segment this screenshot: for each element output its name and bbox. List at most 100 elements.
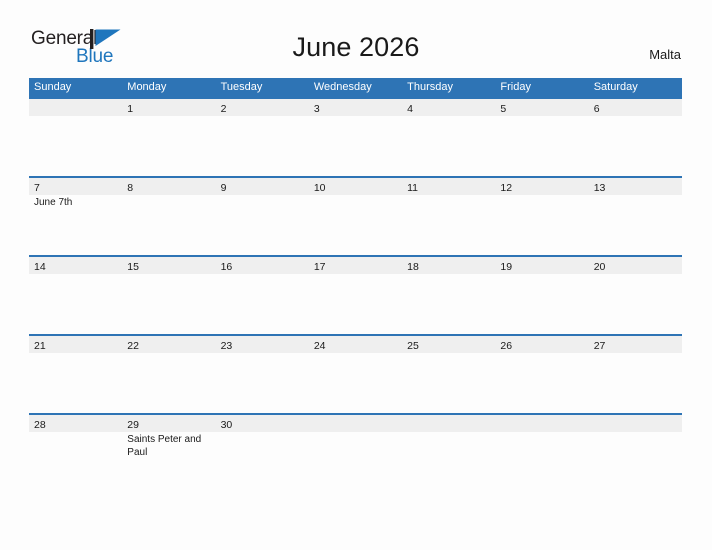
event-cell[interactable]: Saints Peter and Paul	[122, 432, 215, 492]
day-cell[interactable]: 28	[29, 415, 122, 432]
event-cell[interactable]	[495, 274, 588, 334]
calendar-week-row: 21 22 23 24 25 26 27	[29, 334, 682, 413]
day-cell[interactable]: 23	[216, 336, 309, 353]
event-cell[interactable]	[216, 432, 309, 492]
event-cell[interactable]	[122, 274, 215, 334]
event-cell[interactable]	[309, 274, 402, 334]
event-cell[interactable]	[495, 195, 588, 255]
day-cell[interactable]	[309, 415, 402, 432]
day-number: 12	[500, 182, 513, 194]
day-cell[interactable]: 13	[589, 178, 682, 195]
event-cell[interactable]	[29, 116, 122, 176]
day-cell[interactable]: 8	[122, 178, 215, 195]
day-cell[interactable]: 20	[589, 257, 682, 274]
day-number: 26	[500, 340, 513, 352]
day-number: 11	[407, 182, 419, 194]
event-cell[interactable]	[216, 353, 309, 413]
weekday-header-thursday: Thursday	[407, 81, 453, 93]
day-cell[interactable]: 9	[216, 178, 309, 195]
day-number: 6	[593, 103, 600, 115]
day-cell[interactable]: 27	[589, 336, 682, 353]
day-cell[interactable]: 21	[29, 336, 122, 353]
week-date-band: 28 29 30	[29, 415, 682, 432]
event-cell[interactable]	[589, 195, 682, 255]
weekday-header-monday: Monday	[127, 81, 167, 93]
day-cell[interactable]: 26	[495, 336, 588, 353]
day-number: 27	[593, 340, 606, 352]
event-cell[interactable]	[495, 116, 588, 176]
weekday-header-tuesday: Tuesday	[220, 81, 263, 93]
page-header: General Blue June 2026 Malta	[0, 0, 712, 67]
event-cell[interactable]	[589, 274, 682, 334]
day-cell[interactable]: 6	[589, 99, 682, 116]
day-number: 7	[34, 182, 40, 194]
day-cell[interactable]: 24	[309, 336, 402, 353]
event-cell[interactable]	[402, 353, 495, 413]
event-cell[interactable]	[122, 195, 215, 255]
event-cell[interactable]	[122, 116, 215, 176]
day-cell[interactable]: 18	[402, 257, 495, 274]
event-cell[interactable]	[402, 116, 495, 176]
week-date-band: 7 8 9 10 11 12 13	[29, 178, 682, 195]
week-date-band: 1 2 3 4 5 6	[29, 99, 682, 116]
day-number: 18	[407, 261, 419, 273]
event-cell[interactable]	[309, 432, 402, 492]
day-cell[interactable]	[495, 415, 588, 432]
calendar-week-row: 1 2 3 4 5 6	[29, 97, 682, 176]
event-cell[interactable]	[309, 116, 402, 176]
weekday-header-wednesday: Wednesday	[313, 81, 372, 93]
day-cell[interactable]: 30	[216, 415, 309, 432]
event-cell[interactable]	[589, 353, 682, 413]
day-cell[interactable]: 29	[122, 415, 215, 432]
event-cell[interactable]	[122, 353, 215, 413]
day-number: 15	[127, 261, 139, 273]
calendar-week-row: 14 15 16 17 18 19 20	[29, 255, 682, 334]
event-cell[interactable]	[216, 195, 309, 255]
day-cell[interactable]: 22	[122, 336, 215, 353]
weekday-header-friday: Friday	[500, 81, 531, 93]
day-cell[interactable]: 5	[495, 99, 588, 116]
event-cell[interactable]	[495, 353, 588, 413]
day-cell[interactable]: 25	[402, 336, 495, 353]
event-cell[interactable]	[216, 274, 309, 334]
event-text: Saints Peter and Paul	[127, 434, 202, 458]
day-number: 25	[407, 340, 419, 352]
day-cell[interactable]: 4	[402, 99, 495, 116]
day-cell[interactable]: 10	[309, 178, 402, 195]
day-cell[interactable]: 3	[309, 99, 402, 116]
day-number: 21	[34, 340, 46, 352]
day-cell[interactable]: 17	[309, 257, 402, 274]
event-cell[interactable]	[402, 274, 495, 334]
day-cell[interactable]	[589, 415, 682, 432]
week-event-band: Saints Peter and Paul	[29, 432, 682, 492]
day-number: 29	[127, 419, 139, 431]
event-cell[interactable]	[309, 353, 402, 413]
day-cell[interactable]: 15	[122, 257, 215, 274]
day-cell[interactable]: 19	[495, 257, 588, 274]
event-cell[interactable]	[29, 274, 122, 334]
event-cell[interactable]	[29, 353, 122, 413]
week-date-band: 21 22 23 24 25 26 27	[29, 336, 682, 353]
day-number: 9	[220, 182, 227, 194]
day-cell[interactable]	[402, 415, 495, 432]
day-cell[interactable]: 7	[29, 178, 122, 195]
day-cell[interactable]: 1	[122, 99, 215, 116]
region-label: Malta	[649, 47, 681, 62]
day-number: 16	[220, 261, 233, 273]
event-cell[interactable]	[216, 116, 309, 176]
event-cell[interactable]	[402, 195, 495, 255]
event-cell[interactable]	[589, 432, 682, 492]
day-cell[interactable]: 12	[495, 178, 588, 195]
event-cell[interactable]	[402, 432, 495, 492]
day-cell[interactable]: 14	[29, 257, 122, 274]
day-cell[interactable]: 2	[216, 99, 309, 116]
day-cell[interactable]: 16	[216, 257, 309, 274]
day-cell[interactable]: 11	[402, 178, 495, 195]
event-cell[interactable]	[309, 195, 402, 255]
event-cell[interactable]	[589, 116, 682, 176]
event-cell[interactable]: June 7th	[29, 195, 122, 255]
week-date-band: 14 15 16 17 18 19 20	[29, 257, 682, 274]
event-cell[interactable]	[29, 432, 122, 492]
day-cell[interactable]	[29, 99, 122, 116]
event-cell[interactable]	[495, 432, 588, 492]
